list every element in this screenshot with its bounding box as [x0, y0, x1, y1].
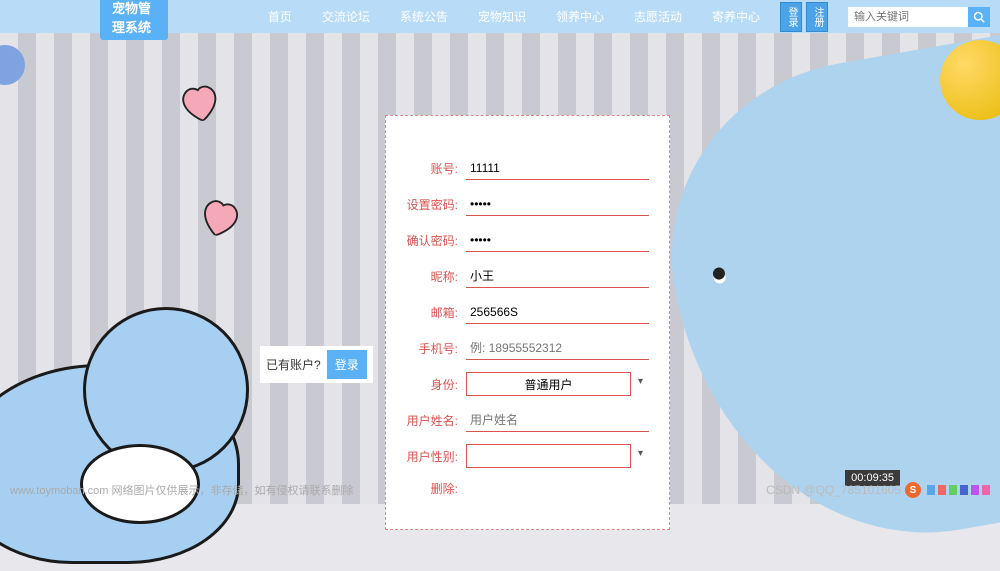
csdn-badge-icon: S [905, 482, 921, 498]
label-delete: 删除: [406, 480, 466, 497]
nav-forum[interactable]: 交流论坛 [322, 8, 370, 25]
input-email[interactable] [466, 300, 649, 324]
register-form: 账号: 设置密码: 确认密码: 昵称: 邮箱: 手机号: 身份: 用户姓名: 用… [385, 115, 670, 530]
nav-knowledge[interactable]: 宠物知识 [478, 8, 526, 25]
input-username[interactable] [466, 156, 649, 180]
login-hint: 已有账户? 登录 [260, 346, 373, 383]
label-realname: 用户姓名: [406, 412, 466, 429]
login-button[interactable]: 登录 [780, 2, 802, 32]
input-nickname[interactable] [466, 264, 649, 288]
input-phone[interactable] [466, 336, 649, 360]
label-password: 设置密码: [406, 196, 466, 213]
watermark-right: CSDN @QQ_785101605 S [766, 482, 990, 498]
nav-menu: 首页 交流论坛 系统公告 宠物知识 领养中心 志愿活动 寄养中心 [268, 8, 760, 25]
select-gender[interactable] [466, 444, 631, 468]
label-phone: 手机号: [406, 340, 466, 357]
login-hint-button[interactable]: 登录 [327, 350, 367, 379]
nav-home[interactable]: 首页 [268, 8, 292, 25]
input-password[interactable] [466, 192, 649, 216]
select-role[interactable] [466, 372, 631, 396]
watermark-right-text: CSDN @QQ_785101605 [766, 483, 901, 497]
header-bar: 宠物管理系统 首页 交流论坛 系统公告 宠物知识 领养中心 志愿活动 寄养中心 … [0, 0, 1000, 33]
search-input[interactable] [848, 7, 968, 27]
label-username: 账号: [406, 160, 466, 177]
search-wrap [848, 7, 990, 27]
label-confirm: 确认密码: [406, 232, 466, 249]
brand-title: 宠物管理系统 [100, 0, 168, 40]
mini-icons [927, 485, 990, 495]
heart-icon [177, 82, 223, 124]
nav-volunteer[interactable]: 志愿活动 [634, 8, 682, 25]
nav-adopt[interactable]: 领养中心 [556, 8, 604, 25]
label-nickname: 昵称: [406, 268, 466, 285]
watermark-left: www.toymoban.com 网络图片仅供展示，非存储，如有侵权请联系删除 [10, 482, 353, 498]
login-hint-text: 已有账户? [266, 356, 321, 373]
input-confirm[interactable] [466, 228, 649, 252]
label-role: 身份: [406, 376, 466, 393]
nav-foster[interactable]: 寄养中心 [712, 8, 760, 25]
input-realname[interactable] [466, 408, 649, 432]
auth-buttons: 登录 注册 [780, 2, 828, 32]
label-gender: 用户性别: [406, 448, 466, 465]
nav-announce[interactable]: 系统公告 [400, 8, 448, 25]
search-button[interactable] [968, 7, 990, 27]
register-button[interactable]: 注册 [806, 2, 828, 32]
search-icon [973, 11, 985, 23]
label-email: 邮箱: [406, 304, 466, 321]
